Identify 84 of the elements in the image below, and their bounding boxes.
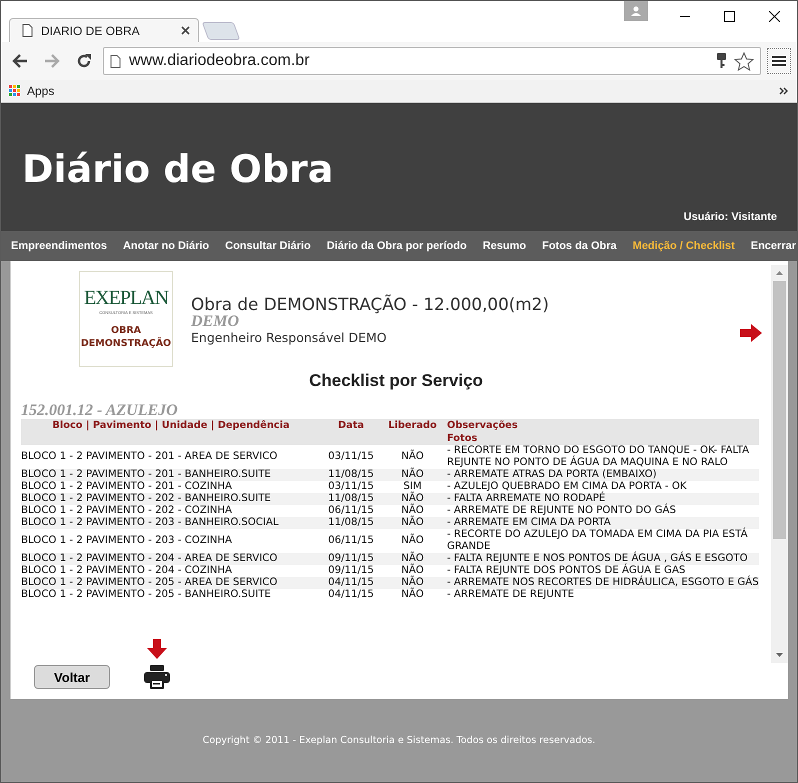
table-cell: BLOCO 1 - 2 PAVIMENTO - 203 - COZINHA bbox=[21, 529, 321, 553]
maximize-icon[interactable] bbox=[724, 10, 735, 22]
printer-icon[interactable] bbox=[144, 665, 170, 689]
table-cell: BLOCO 1 - 2 PAVIMENTO - 203 - BANHEIRO.SOCIAL bbox=[21, 517, 321, 529]
chevron-icon[interactable] bbox=[779, 87, 789, 95]
column-header: Bloco | Pavimento | Unidade | Dependência bbox=[21, 419, 321, 432]
table-cell: NÃO bbox=[381, 493, 444, 505]
table-cell: 11/08/15 bbox=[321, 493, 381, 505]
page-icon bbox=[22, 24, 33, 37]
table-cell: 09/11/15 bbox=[321, 565, 381, 577]
site-title: Diário de Obra bbox=[22, 147, 334, 191]
table-cell: 03/11/15 bbox=[321, 481, 381, 493]
copyright-text: Copyright © 2011 - Exeplan Consultoria e Sistemas. Todos os direitos reservados. bbox=[202, 735, 596, 746]
table-cell: BLOCO 1 - 2 PAVIMENTO - 201 - AREA DE SERVICO bbox=[21, 445, 321, 469]
column-header: Liberado bbox=[381, 419, 444, 432]
table-cell: BLOCO 1 - 2 PAVIMENTO - 202 - BANHEIRO.SUITE bbox=[21, 493, 321, 505]
table-cell: 04/11/15 bbox=[321, 589, 381, 601]
table-cell: - ARREMATE ATRAS DA PORTA (EMBAIXO) bbox=[444, 469, 759, 481]
nav-link[interactable]: Diário da Obra por período bbox=[326, 240, 467, 252]
address-bar[interactable]: www.diariodeobra.com.br bbox=[103, 47, 761, 75]
table-cell: - ARREMATE DE REJUNTE NO PONTO DO GÁS bbox=[444, 505, 759, 517]
column-header: Data bbox=[321, 419, 381, 432]
table-cell: SIM bbox=[381, 481, 444, 493]
table-cell: BLOCO 1 - 2 PAVIMENTO - 201 - COZINHA bbox=[21, 481, 321, 493]
table-cell: NÃO bbox=[381, 553, 444, 565]
checklist-title: Checklist por Serviço bbox=[308, 371, 484, 391]
nav-link[interactable]: Fotos da Obra bbox=[542, 240, 617, 252]
page-icon bbox=[110, 54, 121, 68]
table-cell: BLOCO 1 - 2 PAVIMENTO - 205 - AREA DE SERVICO bbox=[21, 577, 321, 589]
project-title: Obra de DEMONSTRAÇÃO - 12.000,00(m2) bbox=[191, 294, 549, 314]
person-icon bbox=[631, 6, 641, 16]
table-cell: - FALTA REJUNTE E NOS PONTOS DE ÁGUA , GÁS E ESGOTO bbox=[444, 553, 759, 565]
table-cell: - ARREMATE EM CIMA DA PORTA bbox=[444, 517, 759, 529]
column-header: Observações bbox=[444, 419, 759, 432]
table-cell: - RECORTE EM TORNO DO ESGOTO DO TANQUE - OK- FALTA REJUNTE NO PONTO DE ÁGUA DA MAQUINA E NO RALO bbox=[444, 445, 759, 469]
close-icon[interactable] bbox=[181, 26, 190, 35]
table-cell: BLOCO 1 - 2 PAVIMENTO - 204 - COZINHA bbox=[21, 565, 321, 577]
star-icon[interactable] bbox=[734, 52, 754, 70]
nav-link[interactable]: Encerrar bbox=[750, 240, 796, 252]
table-cell: BLOCO 1 - 2 PAVIMENTO - 204 - AREA DE SERVICO bbox=[21, 553, 321, 565]
table-cell: BLOCO 1 - 2 PAVIMENTO - 201 - BANHEIRO.SUITE bbox=[21, 469, 321, 481]
table-cell: NÃO bbox=[381, 577, 444, 589]
table-cell: 03/11/15 bbox=[321, 445, 381, 469]
table-cell: NÃO bbox=[381, 529, 444, 553]
service-heading: 152.001.12 - AZULEJO bbox=[21, 403, 179, 419]
table-cell: 06/11/15 bbox=[321, 529, 381, 553]
arrow-right-icon bbox=[740, 324, 762, 342]
table-cell: NÃO bbox=[381, 445, 444, 469]
nav-link[interactable]: Consultar Diário bbox=[225, 240, 311, 252]
key-icon[interactable] bbox=[717, 53, 726, 69]
arrow-down-icon bbox=[147, 639, 167, 659]
table-cell: NÃO bbox=[381, 517, 444, 529]
close-icon[interactable] bbox=[769, 10, 780, 22]
back-button[interactable]: Voltar bbox=[34, 665, 110, 689]
bookmark-link[interactable]: Apps bbox=[9, 84, 54, 98]
table-cell: NÃO bbox=[381, 589, 444, 601]
nav-link[interactable]: Medição / Checklist bbox=[632, 240, 735, 252]
table-cell: 06/11/15 bbox=[321, 505, 381, 517]
table-cell: - ARREMATE NOS RECORTES DE HIDRÁULICA, ESGOTO E GÁS bbox=[444, 577, 759, 589]
table-cell: - FALTA REJUNTE DOS PONTOS DE ÁGUA E GAS bbox=[444, 565, 759, 577]
user-label: Usuário: Visitante bbox=[684, 211, 777, 223]
table-cell: NÃO bbox=[381, 505, 444, 517]
scrollbar[interactable] bbox=[771, 265, 788, 663]
project-subtitle: DEMO bbox=[191, 314, 240, 330]
apps-grid-icon bbox=[9, 85, 21, 97]
table-cell: - AZULEJO QUEBRADO EM CIMA DA PORTA - OK bbox=[444, 481, 759, 493]
table-cell: - ARREMATE DE REJUNTE bbox=[444, 589, 759, 601]
table-cell: BLOCO 1 - 2 PAVIMENTO - 205 - BANHEIRO.SUITE bbox=[21, 589, 321, 601]
nav-link[interactable]: Anotar no Diário bbox=[122, 240, 210, 252]
column-header: Fotos bbox=[444, 432, 759, 445]
engineer-label: Engenheiro Responsável DEMO bbox=[191, 330, 388, 345]
nav-link[interactable]: Resumo bbox=[482, 240, 526, 252]
table-cell: 11/08/15 bbox=[321, 517, 381, 529]
table-cell: NÃO bbox=[381, 565, 444, 577]
table-cell: NÃO bbox=[381, 469, 444, 481]
table-cell: - RECORTE DO AZULEJO DA TOMADA EM CIMA DA PIA ESTÁ GRANDE bbox=[444, 529, 759, 553]
table-cell: 09/11/15 bbox=[321, 553, 381, 565]
table-cell: BLOCO 1 - 2 PAVIMENTO - 202 - COZINHA bbox=[21, 505, 321, 517]
menu-icon[interactable] bbox=[767, 48, 791, 74]
browser-tab[interactable]: DIARIO DE OBRA bbox=[9, 18, 199, 42]
table-cell: 04/11/15 bbox=[321, 577, 381, 589]
nav-link[interactable]: Empreendimentos bbox=[11, 240, 107, 252]
table-cell: 11/08/15 bbox=[321, 469, 381, 481]
table-cell: - FALTA ARREMATE NO RODAPÉ bbox=[444, 493, 759, 505]
